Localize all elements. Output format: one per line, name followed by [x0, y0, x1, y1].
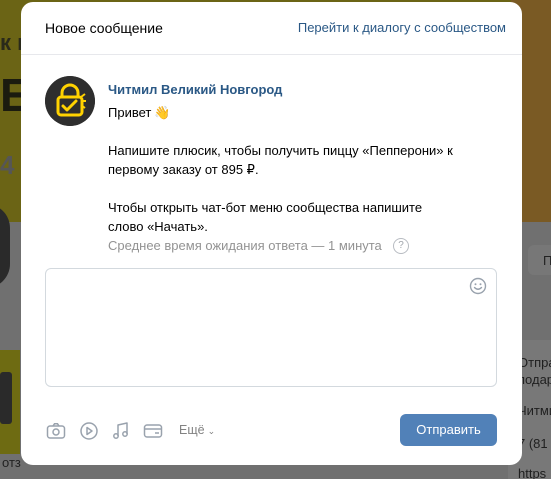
side-text: 7 (81: [518, 436, 548, 451]
side-text: подар: [518, 372, 551, 387]
new-message-dialog: Новое сообщение Перейти к диалогу с сооб…: [21, 2, 522, 465]
post-image: [0, 372, 12, 424]
lock-logo-icon: [45, 76, 95, 126]
dialog-title: Новое сообщение: [45, 20, 163, 36]
promo-line: Напишите плюсик, чтобы получить пиццу «П…: [108, 143, 453, 158]
side-button: П: [528, 245, 551, 275]
waving-hand-icon: 👋: [154, 105, 171, 120]
message-body: Читмил Великий Новгород Привет 👋 Напишите…: [108, 82, 508, 255]
cover-text: 4: [0, 150, 15, 180]
promo-line: первому заказу от 895 ₽.: [108, 162, 259, 177]
community-avatar[interactable]: [45, 76, 95, 126]
page-text: отз: [2, 455, 21, 470]
go-to-community-dialog-link[interactable]: Перейти к диалогу с сообществом: [298, 20, 506, 35]
dialog-header: Новое сообщение Перейти к диалогу с сооб…: [21, 2, 522, 55]
greeting-text: Привет: [108, 105, 152, 120]
message-input[interactable]: [46, 269, 496, 386]
message-text: Привет 👋 Напишите плюсик, чтобы получить …: [108, 103, 508, 236]
message-composer: [45, 268, 497, 387]
more-attachments-button[interactable]: Ещё ⌄: [179, 423, 215, 437]
camera-icon[interactable]: [45, 420, 67, 442]
side-text: Читми: [518, 403, 551, 418]
emoji-icon[interactable]: [469, 277, 487, 295]
waiting-time: Среднее время ожидания ответа — 1 минута…: [108, 237, 508, 255]
side-text: Отпра: [518, 355, 551, 370]
send-button[interactable]: Отправить: [400, 414, 497, 446]
question-icon[interactable]: ?: [393, 238, 409, 254]
music-icon[interactable]: [110, 420, 132, 442]
chevron-down-icon: ⌄: [207, 426, 216, 436]
more-label: Ещё: [179, 423, 205, 437]
card-icon[interactable]: [142, 420, 164, 442]
bot-line: Чтобы открыть чат-бот меню сообщества на…: [108, 200, 423, 215]
waiting-time-text: Среднее время ожидания ответа — 1 минута: [108, 238, 382, 253]
side-text: https: [518, 466, 547, 479]
message-author[interactable]: Читмил Великий Новгород: [108, 82, 508, 98]
video-icon[interactable]: [78, 420, 100, 442]
bot-line: слово «Начать».: [108, 219, 208, 234]
